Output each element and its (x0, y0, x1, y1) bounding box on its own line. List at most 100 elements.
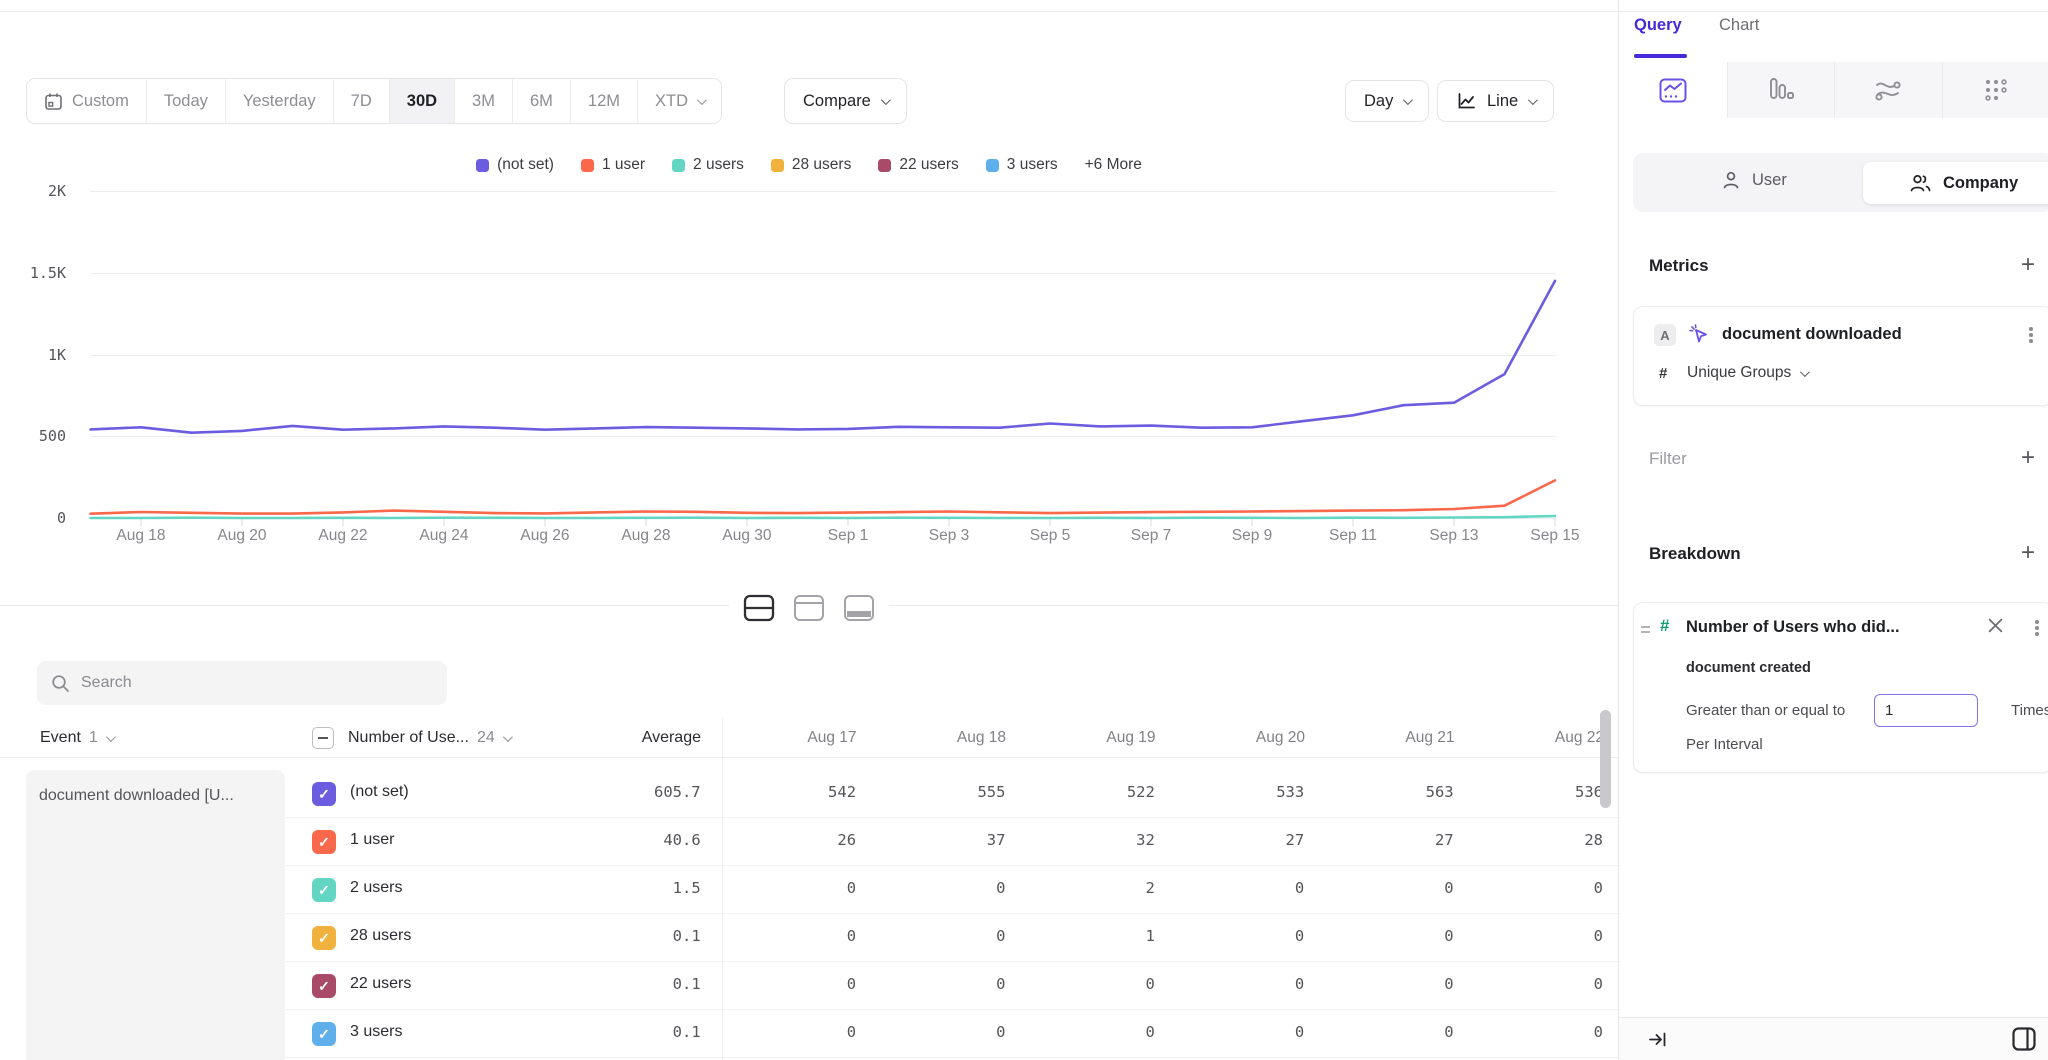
breakdown-column-dropdown[interactable]: Number of Use... 24 (348, 718, 510, 758)
chart-gridline (90, 191, 1556, 192)
bar-chart-icon (1768, 77, 1794, 103)
x-axis-label: Sep 11 (1308, 527, 1398, 545)
series-checkbox[interactable]: ✓ (312, 830, 336, 854)
chart-type-line-button[interactable] (1619, 62, 1727, 118)
aggregation-dropdown[interactable]: Unique Groups (1687, 364, 1807, 382)
series-checkbox[interactable]: ✓ (312, 878, 336, 902)
date-range-label: 7D (351, 92, 372, 111)
table-cell: 26 (722, 818, 871, 865)
interval-dropdown[interactable]: Day (1345, 80, 1429, 122)
panel-bottom-bar (1619, 1017, 2048, 1060)
table-cell: 2 (1020, 866, 1169, 913)
series-checkbox[interactable]: ✓ (312, 782, 336, 806)
table-row-head: ✓3 users0.1 (285, 1010, 722, 1057)
table-cell: 0 (1469, 914, 1618, 961)
x-axis-label: Aug 24 (399, 527, 489, 545)
date-range-label: Yesterday (243, 92, 316, 111)
x-axis-label: Sep 7 (1106, 527, 1196, 545)
select-all-checkbox[interactable] (312, 727, 334, 749)
metrics-heading: Metrics (1649, 256, 1709, 276)
table-cell: 0 (722, 914, 871, 961)
breakdown-condition-label[interactable]: Greater than or equal to (1686, 702, 1845, 719)
table-cell: 0 (1170, 866, 1319, 913)
legend-swatch (476, 159, 489, 172)
table-cell: 0 (1319, 962, 1468, 1009)
series-checkbox[interactable]: ✓ (312, 1022, 336, 1046)
chart-type-bar-button[interactable] (1727, 62, 1835, 118)
view-toggle-chart[interactable] (791, 592, 827, 627)
calendar-icon (44, 92, 63, 111)
y-axis-label: 0 (6, 509, 66, 527)
date-range-today[interactable]: Today (147, 79, 226, 123)
breakdown-event-name[interactable]: document created (1686, 660, 1811, 676)
drag-handle-icon[interactable] (1641, 626, 1650, 637)
chart-type-label: Line (1487, 92, 1518, 111)
add-filter-button[interactable]: + (2015, 445, 2041, 471)
date-range-control: Custom Today Yesterday 7D 30D 3M 6M 12M … (26, 78, 722, 124)
chevron-down-icon (1403, 95, 1413, 105)
legend-item[interactable]: (not set) (476, 156, 554, 174)
metric-more-menu[interactable] (2022, 324, 2040, 346)
legend-label: 2 users (693, 156, 744, 174)
breakdown-interval-label[interactable]: Per Interval (1686, 736, 1763, 753)
event-header-label: Event (40, 718, 81, 758)
event-count: 1 (89, 718, 98, 758)
event-name-cell[interactable]: document downloaded [U... (26, 770, 285, 1060)
close-icon[interactable] (1986, 618, 2004, 636)
chart-type-dropdown[interactable]: Line (1437, 80, 1554, 122)
compare-button[interactable]: Compare (784, 78, 907, 124)
series-label: 22 users (350, 975, 411, 993)
legend-label: 28 users (792, 156, 851, 174)
breakdown-heading: Breakdown (1649, 544, 1741, 564)
legend-item[interactable]: 3 users (986, 156, 1058, 174)
legend-item[interactable]: 22 users (878, 156, 958, 174)
metric-event-name[interactable]: document downloaded (1722, 325, 1902, 344)
collapse-panel-icon[interactable] (1647, 1029, 1668, 1053)
legend-item[interactable]: 2 users (672, 156, 744, 174)
chart-view-icon (793, 594, 825, 622)
scope-user-label: User (1752, 171, 1787, 190)
date-range-xtd[interactable]: XTD (638, 79, 721, 123)
table-row-head: ✓1 user40.6 (285, 818, 722, 865)
scope-option-company[interactable]: Company (1863, 162, 2048, 204)
date-range-30d[interactable]: 30D (390, 79, 455, 123)
date-range-12m[interactable]: 12M (571, 79, 638, 123)
date-range-yesterday[interactable]: Yesterday (226, 79, 334, 123)
date-range-7d[interactable]: 7D (334, 79, 390, 123)
date-range-label: 12M (588, 92, 620, 111)
add-metric-button[interactable]: + (2015, 252, 2041, 278)
tab-query[interactable]: Query (1634, 16, 1682, 35)
table-cell: 27 (1170, 818, 1319, 865)
series-label: (not set) (350, 783, 409, 801)
search-box (37, 661, 447, 705)
date-column-header: Aug 17 (722, 718, 872, 758)
table-scrollbar-thumb[interactable] (1600, 710, 1611, 808)
series-checkbox[interactable]: ✓ (312, 974, 336, 998)
table-cell: 28 (1469, 818, 1618, 865)
tab-chart[interactable]: Chart (1719, 16, 1759, 35)
date-range-custom[interactable]: Custom (27, 79, 147, 123)
view-toggle-split[interactable] (741, 592, 777, 627)
chart-type-grid-button[interactable] (1942, 62, 2048, 118)
chart-line-1-user (91, 480, 1556, 513)
date-range-6m[interactable]: 6M (513, 79, 571, 123)
metric-card: A document downloaded # Unique Groups (1633, 306, 2048, 406)
legend-item[interactable]: 28 users (771, 156, 851, 174)
search-input[interactable] (81, 674, 433, 692)
breakdown-title[interactable]: Number of Users who did... (1686, 618, 1900, 637)
view-toggle-table[interactable] (841, 592, 877, 627)
chart-type-flow-button[interactable] (1834, 62, 1942, 118)
panel-layout-icon[interactable] (2011, 1026, 2037, 1055)
event-column-dropdown[interactable]: Event 1 (40, 718, 113, 758)
add-breakdown-button[interactable]: + (2015, 540, 2041, 566)
scope-option-user[interactable]: User (1721, 170, 1787, 190)
breakdown-value-input[interactable] (1874, 694, 1978, 727)
legend-more-button[interactable]: +6 More (1085, 156, 1142, 174)
date-range-label: Today (164, 92, 208, 111)
x-axis-label: Sep 5 (1005, 527, 1095, 545)
breakdown-more-menu[interactable] (2028, 617, 2046, 639)
date-range-3m[interactable]: 3M (455, 79, 513, 123)
y-axis-label: 1K (6, 346, 66, 364)
series-checkbox[interactable]: ✓ (312, 926, 336, 950)
legend-item[interactable]: 1 user (581, 156, 645, 174)
